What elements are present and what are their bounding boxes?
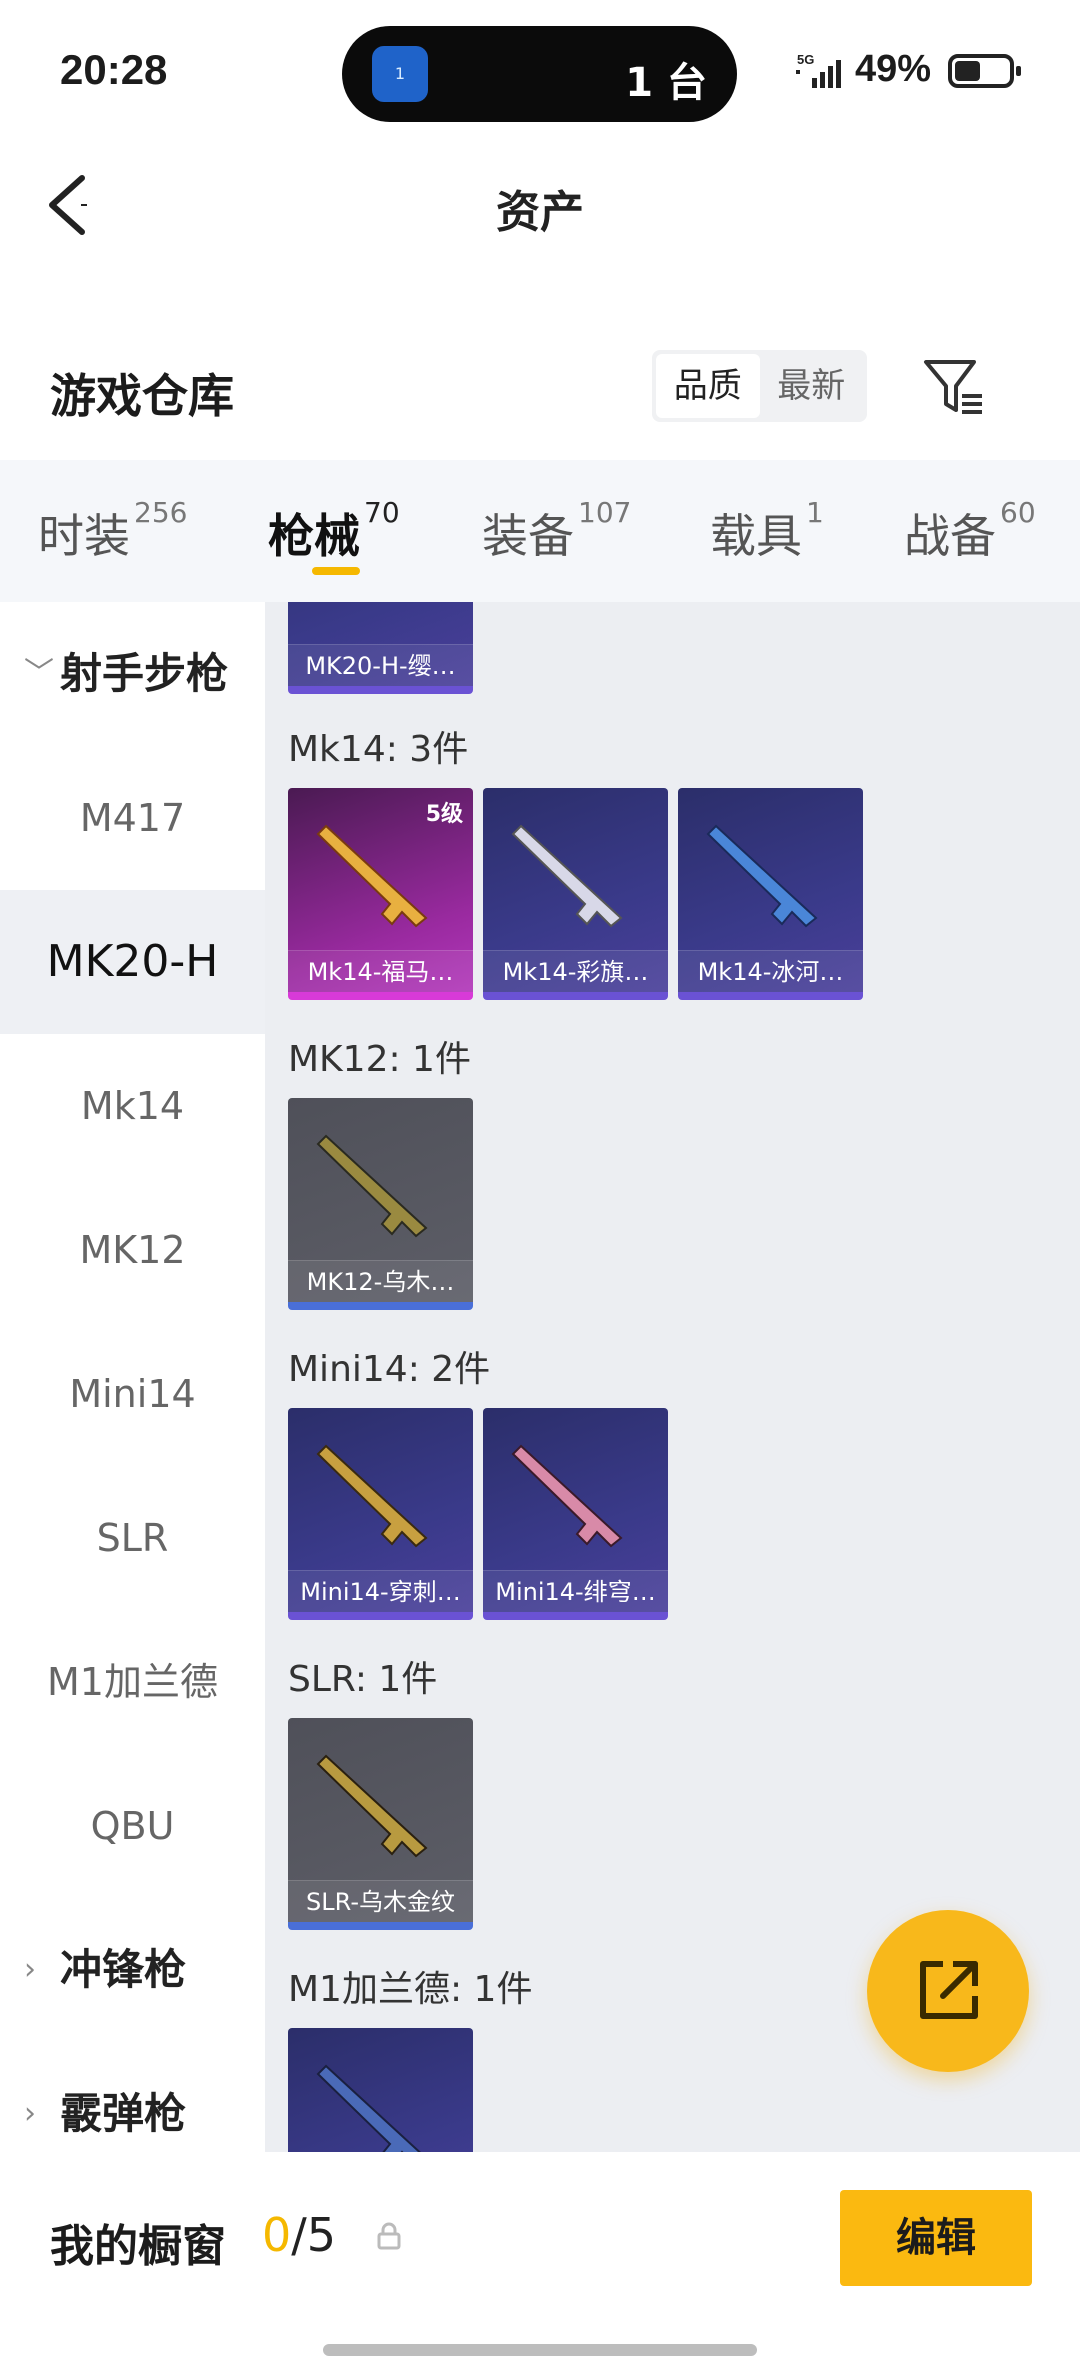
- sidebar-group-smg[interactable]: › 冲锋枪: [0, 1898, 265, 2042]
- weapon-card[interactable]: [288, 2028, 473, 2152]
- sidebar-group-marksman[interactable]: ﹀ 射手步枪: [0, 602, 265, 746]
- group-label: SLR: 1件: [288, 1659, 438, 1700]
- tab-vehicles[interactable]: 载具 1: [710, 496, 824, 566]
- signal-icon: [796, 60, 841, 88]
- group-label: MK12: 1件: [288, 1039, 471, 1080]
- weapon-card-name: Mini14-穿刺…: [288, 1570, 473, 1612]
- showcase-bar: 我的橱窗 0/5 编辑: [0, 2152, 1080, 2376]
- island-text: 1 台: [625, 60, 707, 106]
- page-title: 资产: [496, 187, 584, 238]
- sidebar-item-mini14[interactable]: Mini14: [0, 1322, 265, 1466]
- weapon-sidebar: ﹀ 射手步枪 M417 MK20-H Mk14 MK12 Mini14 SLR …: [0, 602, 265, 2152]
- share-icon: [920, 1961, 978, 2019]
- chevron-down-icon: ﹀: [24, 656, 54, 691]
- weapon-card[interactable]: Mk14-冰河…: [678, 788, 863, 1000]
- weapon-card[interactable]: 5级 Mk14-福马…: [288, 788, 473, 1000]
- sort-quality-button[interactable]: 品质: [656, 354, 760, 418]
- weapon-card-name: SLR-乌木金纹: [288, 1880, 473, 1922]
- showcase-label: 我的橱窗: [50, 2221, 226, 2272]
- weapon-card-name: Mk14-彩旗…: [483, 950, 668, 992]
- lock-icon: [377, 2222, 401, 2250]
- tab-indicator: [312, 567, 360, 575]
- sidebar-item-qbu[interactable]: QBU: [0, 1754, 265, 1898]
- sidebar-item-mk12[interactable]: MK12: [0, 1178, 265, 1322]
- rifle-icon: [316, 824, 428, 928]
- tab-equipment[interactable]: 装备 107: [482, 496, 631, 566]
- rifle-icon: [316, 1444, 428, 1548]
- category-tabs: 时装 256 枪械 70 装备 107 载具 1 战备 60: [0, 460, 1080, 602]
- weapon-card[interactable]: MK12-乌木…: [288, 1098, 473, 1310]
- sidebar-item-m417[interactable]: M417: [0, 746, 265, 890]
- weapon-card[interactable]: Mini14-穿刺…: [288, 1408, 473, 1620]
- weapon-card-name: MK12-乌木…: [288, 1260, 473, 1302]
- weapon-card[interactable]: Mk14-彩旗…: [483, 788, 668, 1000]
- chevron-right-icon: ›: [24, 1952, 36, 1987]
- rifle-icon: [511, 1444, 623, 1548]
- group-label: M1加兰德: 1件: [288, 1969, 533, 2010]
- sort-newest-button[interactable]: 最新: [760, 354, 864, 418]
- tab-supplies[interactable]: 战备 60: [904, 496, 1036, 566]
- tab-fashion[interactable]: 时装 256: [38, 496, 187, 566]
- tab-guns[interactable]: 枪械 70: [268, 496, 400, 566]
- rifle-icon: [316, 2064, 421, 2152]
- sidebar-item-slr[interactable]: SLR: [0, 1466, 265, 1610]
- share-button[interactable]: [867, 1910, 1029, 2072]
- weapon-card[interactable]: Mini14-绯穹…: [483, 1408, 668, 1620]
- rifle-icon: [316, 1134, 428, 1238]
- rifle-icon: [706, 824, 818, 928]
- sort-toggle: 品质 最新: [652, 350, 867, 422]
- filter-icon[interactable]: [922, 356, 986, 418]
- status-time: 20:28: [60, 46, 168, 93]
- showcase-count: 0/5: [262, 2208, 337, 2262]
- weapon-card-name: MK20-H-缨…: [288, 644, 473, 686]
- group-label: Mini14: 2件: [288, 1349, 491, 1390]
- weapon-card-name: Mk14-冰河…: [678, 950, 863, 992]
- weapon-card[interactable]: SLR-乌木金纹: [288, 1718, 473, 1930]
- rifle-icon: [316, 1754, 428, 1858]
- broadcast-icon: 1: [372, 46, 428, 102]
- sidebar-item-mk20h[interactable]: MK20-H: [0, 890, 265, 1034]
- weapon-card[interactable]: MK20-H-缨…: [288, 602, 473, 694]
- warehouse-title: 游戏仓库: [50, 369, 234, 423]
- home-indicator[interactable]: [323, 2344, 757, 2356]
- dynamic-island[interactable]: 1 1 台: [342, 26, 737, 122]
- sidebar-item-m1-garand[interactable]: M1加兰德: [0, 1610, 265, 1754]
- weapon-card-name: Mini14-绯穹…: [483, 1570, 668, 1612]
- weapon-card-name: Mk14-福马…: [288, 950, 473, 992]
- status-bar: 20:28 1 1 台 5G 49%: [0, 0, 1080, 140]
- battery-icon: [948, 54, 1021, 88]
- battery-percent: 49%: [855, 48, 932, 90]
- sidebar-item-mk14[interactable]: Mk14: [0, 1034, 265, 1178]
- rifle-icon: [511, 824, 623, 928]
- edit-button[interactable]: 编辑: [840, 2190, 1032, 2286]
- group-label: Mk14: 3件: [288, 729, 469, 770]
